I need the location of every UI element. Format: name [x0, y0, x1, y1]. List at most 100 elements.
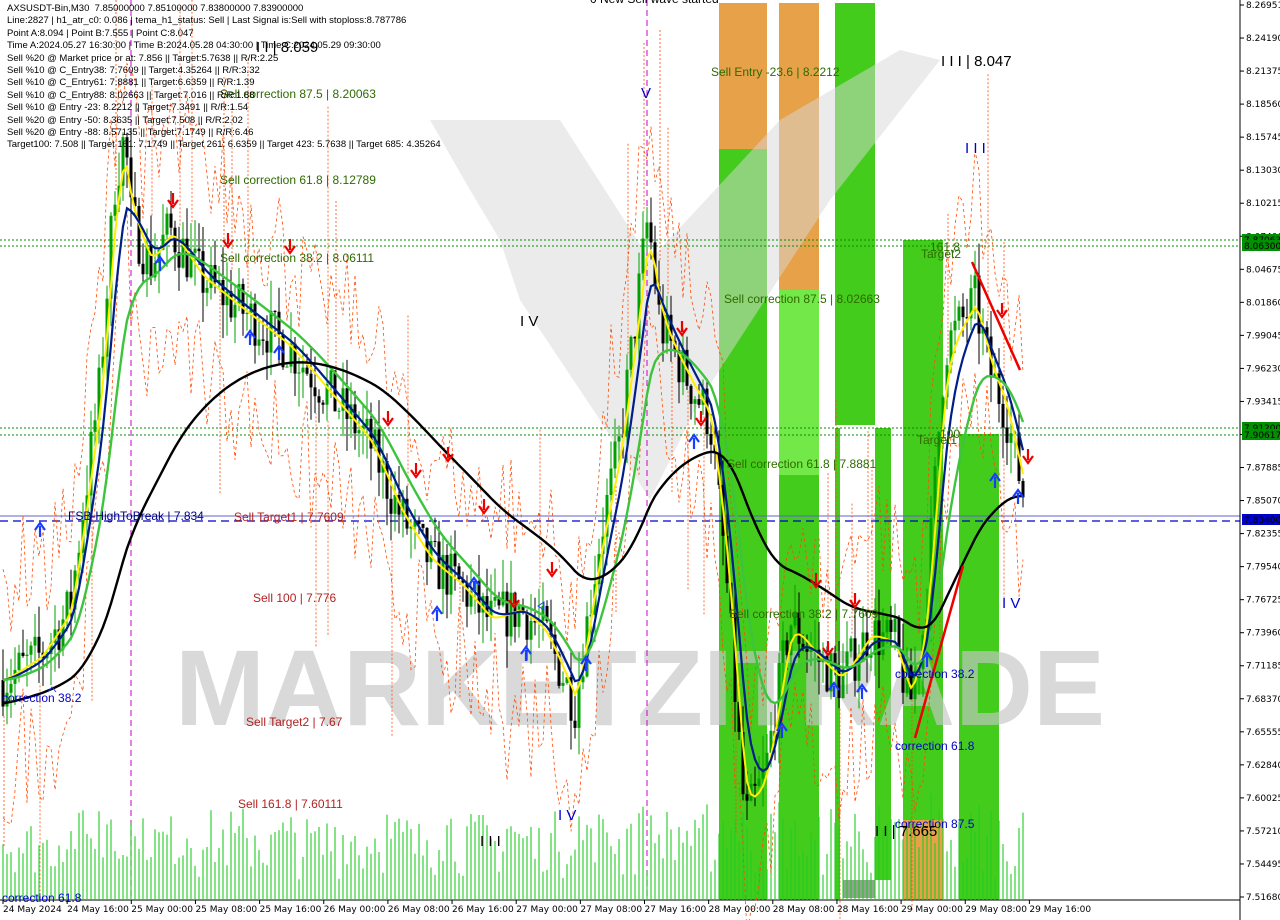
- candle-body: [645, 222, 649, 239]
- candle-body: [453, 553, 457, 567]
- y-tick-label: 7.51680: [1246, 893, 1280, 903]
- candle-body: [169, 213, 173, 228]
- y-tick-label: 8.04675: [1246, 265, 1280, 275]
- x-tick-label: 24 May 16:00: [67, 905, 129, 915]
- green-zone: [835, 3, 875, 425]
- chart-annotation: correction 38.2: [895, 667, 975, 681]
- chart-annotation: correction 61.8: [895, 739, 975, 753]
- candle-body: [25, 654, 29, 657]
- candle-body: [973, 275, 977, 289]
- candle-body: [641, 238, 645, 274]
- candle-body: [609, 468, 613, 496]
- candle-body: [1005, 427, 1009, 443]
- candle-body: [317, 396, 321, 403]
- chart-annotation: Sell correction 61.8 | 8.12789: [220, 173, 376, 187]
- y-tick-label: 8.15745: [1246, 133, 1280, 143]
- chart-annotation: Sell Target1 | 7.7609: [234, 510, 344, 524]
- y-tick-label: 7.87885: [1246, 464, 1280, 474]
- candle-body: [357, 430, 361, 434]
- price-tag-label: 7.83400: [1244, 516, 1280, 526]
- chart-annotation: Sell correction 38.2 | 8.06111: [220, 251, 374, 265]
- candle-body: [689, 385, 693, 404]
- chart-annotation: 161.8: [930, 240, 960, 254]
- candle-body: [309, 373, 313, 388]
- candle-body: [265, 340, 269, 353]
- indicator-info-panel: AXSUSDT-Bin,M30 7.85000000 7.85100000 7.…: [7, 3, 441, 152]
- candle-body: [185, 238, 189, 278]
- candle-body: [193, 248, 197, 253]
- info-line: Sell %10 @ C_Entry38: 7.7609 || Target:4…: [7, 64, 260, 76]
- candle-body: [529, 620, 533, 640]
- candle-body: [165, 213, 169, 235]
- x-tick-label: 29 May 16:00: [1029, 905, 1091, 915]
- chart-annotation: correction 38.2: [2, 691, 82, 705]
- chart-annotation: 0 New Sell wave started: [590, 0, 719, 6]
- candle-body: [629, 336, 633, 370]
- candle-body: [17, 652, 21, 670]
- candle-body: [849, 638, 853, 652]
- x-tick-label: 29 May 08:00: [965, 905, 1027, 915]
- candle-body: [805, 648, 809, 652]
- candle-body: [517, 606, 521, 627]
- y-tick-label: 7.76725: [1246, 596, 1280, 606]
- y-tick-label: 7.65555: [1246, 728, 1280, 738]
- candle-body: [649, 222, 653, 243]
- chart-annotation: Sell 161.8 | 7.60111: [238, 797, 343, 811]
- y-tick-label: 8.18560: [1246, 100, 1280, 110]
- candle-body: [137, 205, 141, 264]
- candle-body: [893, 618, 897, 632]
- wave-label: I I I | 8.047: [941, 53, 1012, 70]
- y-tick-label: 7.57210: [1246, 827, 1280, 837]
- candle-body: [709, 434, 713, 445]
- candle-body: [149, 244, 153, 278]
- x-tick-label: 26 May 08:00: [388, 905, 450, 915]
- info-line: Sell %20 @ Entry -88: 8.57135 || Target:…: [7, 126, 254, 138]
- candle-body: [613, 441, 617, 469]
- x-tick-label: 27 May 08:00: [580, 905, 642, 915]
- y-tick-label: 7.96230: [1246, 364, 1280, 374]
- candle-body: [257, 339, 261, 346]
- y-tick-label: 8.13030: [1246, 166, 1280, 176]
- candle-body: [693, 399, 697, 404]
- candle-body: [261, 339, 265, 341]
- wave-label: I V: [1002, 595, 1020, 612]
- y-tick-label: 7.85070: [1246, 497, 1280, 507]
- candle-body: [305, 367, 309, 374]
- candle-body: [957, 306, 961, 321]
- y-tick-label: 8.10215: [1246, 199, 1280, 209]
- candle-body: [425, 527, 429, 563]
- chart-annotation: 100: [940, 427, 960, 441]
- candle-body: [889, 619, 893, 632]
- candle-body: [845, 651, 849, 669]
- candle-body: [757, 778, 761, 786]
- candle-body: [377, 429, 381, 473]
- candle-body: [841, 668, 845, 699]
- y-tick-label: 8.21375: [1246, 67, 1280, 77]
- chart-annotation: Sell correction 38.2 | 7.7609: [729, 607, 879, 621]
- candle-body: [273, 310, 277, 312]
- candle-body: [1001, 403, 1005, 428]
- y-tick-label: 7.71185: [1246, 662, 1280, 672]
- wave-label: I V: [558, 807, 576, 824]
- candle-body: [885, 619, 889, 633]
- candle-body: [881, 632, 885, 656]
- price-tag-label: 8.06300: [1244, 242, 1280, 252]
- y-tick-label: 7.79540: [1246, 563, 1280, 573]
- candle-body: [573, 720, 577, 728]
- x-tick-label: 28 May 16:00: [837, 905, 899, 915]
- wave-label: V: [641, 85, 651, 102]
- candle-body: [753, 783, 757, 786]
- wave-label: I V: [520, 313, 538, 330]
- x-tick-label: 26 May 16:00: [452, 905, 514, 915]
- info-line: Target100: 7.508 || Target 161: 7.1749 |…: [7, 139, 441, 151]
- candle-body: [445, 555, 449, 595]
- info-line: Sell %10 @ C_Entry88: 8.02663 || Target:…: [7, 89, 255, 101]
- x-tick-label: 27 May 16:00: [645, 905, 707, 915]
- y-tick-label: 7.68370: [1246, 695, 1280, 705]
- candle-body: [37, 636, 41, 653]
- candle-body: [245, 312, 249, 314]
- candle-body: [29, 645, 33, 655]
- candle-body: [205, 287, 209, 293]
- info-line: Line:2827 | h1_atr_c0: 0.086 | tema_h1_s…: [7, 15, 407, 27]
- candle-body: [745, 794, 749, 801]
